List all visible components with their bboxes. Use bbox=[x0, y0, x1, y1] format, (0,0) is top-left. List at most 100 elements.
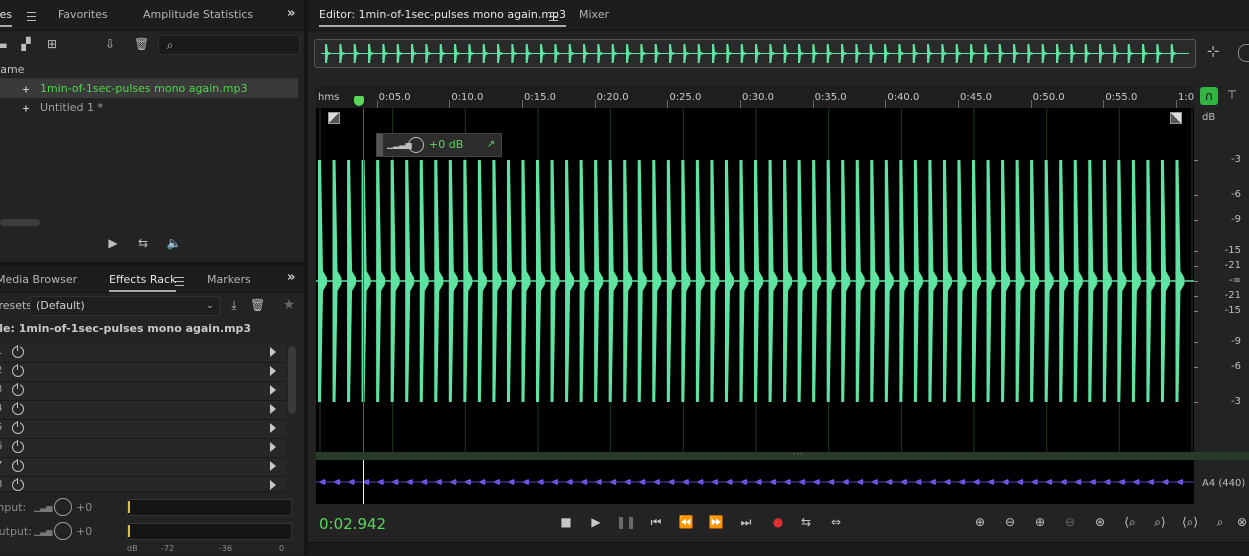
more-panels-icon[interactable]: » bbox=[287, 270, 295, 285]
slot-menu-arrow-icon[interactable] bbox=[270, 442, 276, 452]
favorite-star-icon[interactable]: ★ bbox=[281, 298, 297, 312]
tab-media-browser[interactable]: Media Browser bbox=[0, 273, 77, 286]
headphones-icon[interactable]: ∩ bbox=[1200, 87, 1218, 105]
rewind-icon[interactable]: ⏪ bbox=[676, 515, 696, 529]
file-row[interactable]: ᚐ Untitled 1 * bbox=[0, 98, 298, 117]
slot-menu-arrow-icon[interactable] bbox=[270, 461, 276, 471]
tab-editor[interactable]: Editor: 1min-of-1sec-pulses mono again.m… bbox=[319, 8, 567, 27]
search-input[interactable] bbox=[179, 37, 293, 53]
tab-effects-rack[interactable]: Effects Rack bbox=[109, 273, 177, 292]
zoom-in-amplitude-icon[interactable]: ⊕ bbox=[970, 515, 990, 529]
pin-hud-icon[interactable]: ↗ bbox=[485, 139, 497, 151]
horizontal-scrollbar[interactable] bbox=[0, 219, 40, 226]
zoom-in-start-icon[interactable]: ⟨⌕ bbox=[1120, 515, 1140, 530]
effect-slot[interactable]: 5 bbox=[0, 420, 286, 439]
zoom-navigator-icon[interactable]: ⊹ bbox=[1204, 44, 1222, 59]
loop-icon[interactable]: ⇆ bbox=[134, 237, 152, 249]
power-icon[interactable] bbox=[12, 459, 24, 472]
effect-slot[interactable]: 8 bbox=[0, 477, 286, 492]
presets-dropdown[interactable]: (Default) ⌄ bbox=[30, 296, 220, 316]
search-field[interactable]: ⌕ bbox=[158, 35, 300, 55]
effect-slot[interactable]: 4 bbox=[0, 401, 286, 420]
fast-forward-icon[interactable]: ⏩ bbox=[706, 515, 726, 529]
spectral-divider[interactable]: ⋯ bbox=[316, 449, 1249, 460]
pulse bbox=[695, 160, 705, 402]
power-icon[interactable] bbox=[12, 440, 24, 453]
fade-in-handle-icon[interactable] bbox=[328, 112, 340, 124]
pause-icon[interactable]: ❚❚ bbox=[616, 515, 636, 529]
tab-amplitude-statistics[interactable]: Amplitude Statistics bbox=[143, 8, 253, 21]
power-icon[interactable] bbox=[12, 478, 24, 491]
open-file-icon[interactable]: ▬ bbox=[0, 39, 8, 51]
zoom-all-tracks-icon[interactable]: ⌕ bbox=[1210, 515, 1230, 530]
power-icon[interactable] bbox=[12, 364, 24, 377]
file-row-selected[interactable]: ᚐ 1min-of-1sec-pulses mono again.mp3 bbox=[0, 79, 298, 98]
zoom-reset-icon[interactable]: ⊗ bbox=[1232, 515, 1249, 529]
output-value[interactable]: +0 bbox=[76, 525, 92, 538]
panel-menu-icon[interactable] bbox=[175, 277, 184, 286]
slot-menu-arrow-icon[interactable] bbox=[270, 347, 276, 357]
output-knob[interactable] bbox=[54, 522, 72, 540]
overview-strip[interactable] bbox=[314, 39, 1196, 68]
tab-favorites[interactable]: Favorites bbox=[58, 8, 108, 21]
effect-slot[interactable]: 7 bbox=[0, 458, 286, 477]
play-icon[interactable]: ▶ bbox=[586, 515, 606, 529]
effect-slot[interactable]: 3 bbox=[0, 382, 286, 401]
pulse bbox=[666, 160, 676, 402]
go-to-start-icon[interactable]: ⏮ bbox=[646, 515, 666, 530]
play-icon[interactable]: ▶ bbox=[106, 237, 120, 249]
slot-menu-arrow-icon[interactable] bbox=[270, 404, 276, 414]
zoom-out-time-icon[interactable]: ⊖ bbox=[1060, 515, 1080, 529]
zoom-in-time-icon[interactable]: ⊕ bbox=[1030, 515, 1050, 529]
timeline-ruler[interactable]: hms 0:05.0 0:10.0 0:15.0 0:20.0 0:25.0 0:30.0… bbox=[316, 86, 1194, 109]
zoom-out-amplitude-icon[interactable]: ⊖ bbox=[1000, 515, 1020, 529]
power-icon[interactable] bbox=[12, 345, 24, 358]
panel-menu-icon[interactable] bbox=[549, 12, 558, 21]
new-file-icon[interactable]: ⊞ bbox=[44, 38, 60, 50]
zoom-selection-icon[interactable]: ⟨⌕⟩ bbox=[1180, 515, 1200, 530]
waveform-area[interactable]: ▁▂▃▅ +0 dB ↗ bbox=[316, 108, 1194, 452]
fade-out-handle-icon[interactable] bbox=[1170, 112, 1182, 124]
input-value[interactable]: +0 bbox=[76, 501, 92, 514]
power-icon[interactable] bbox=[12, 421, 24, 434]
playhead-marker-icon[interactable] bbox=[354, 96, 364, 106]
tab-files[interactable]: Files bbox=[0, 8, 13, 27]
import-icon[interactable]: ▞ bbox=[18, 38, 34, 50]
slot-menu-arrow-icon[interactable] bbox=[270, 423, 276, 433]
insert-icon[interactable]: ⇩ bbox=[102, 38, 118, 50]
skip-selection-icon[interactable]: ⇔ bbox=[826, 515, 846, 529]
loop-playback-icon[interactable]: ⇆ bbox=[796, 515, 816, 529]
effect-slot[interactable]: 6 bbox=[0, 439, 286, 458]
pin-icon[interactable]: ⊤ bbox=[1226, 89, 1238, 101]
time-display[interactable]: 0:02.942 bbox=[319, 515, 386, 533]
db-scale[interactable]: dB -3 -6 -9 -15 -21 -∞ -21 -15 -9 -6 -3 bbox=[1194, 108, 1249, 452]
power-icon[interactable] bbox=[12, 402, 24, 415]
tab-markers[interactable]: Markers bbox=[207, 273, 251, 286]
zoom-out-full-icon[interactable]: ⊛ bbox=[1090, 515, 1110, 529]
effects-scrollbar[interactable] bbox=[288, 346, 296, 414]
hud-gain-value[interactable]: +0 dB bbox=[429, 138, 463, 151]
gain-knob[interactable] bbox=[408, 137, 424, 153]
effect-slot[interactable]: 2 bbox=[0, 363, 286, 382]
record-icon[interactable]: ● bbox=[768, 515, 788, 529]
input-knob[interactable] bbox=[54, 498, 72, 516]
effect-slot[interactable]: 1 bbox=[0, 344, 286, 363]
slot-menu-arrow-icon[interactable] bbox=[270, 366, 276, 376]
panel-menu-icon[interactable] bbox=[27, 12, 36, 21]
autoplay-speaker-icon[interactable]: 🔈 bbox=[164, 237, 184, 249]
save-preset-icon[interactable]: ⤓ bbox=[226, 299, 242, 311]
slot-menu-arrow-icon[interactable] bbox=[270, 480, 276, 490]
power-icon[interactable] bbox=[12, 383, 24, 396]
more-panels-icon[interactable]: » bbox=[287, 6, 295, 21]
slot-menu-arrow-icon[interactable] bbox=[270, 385, 276, 395]
go-to-end-icon[interactable]: ⏭ bbox=[736, 515, 756, 530]
stop-icon[interactable]: ■ bbox=[556, 515, 576, 529]
zoom-in-end-icon[interactable]: ⌕⟩ bbox=[1150, 515, 1170, 530]
tab-mixer[interactable]: Mixer bbox=[579, 8, 609, 21]
column-header[interactable]: Name bbox=[0, 60, 298, 79]
hud-gain[interactable]: ▁▂▃▅ +0 dB ↗ bbox=[376, 133, 502, 157]
hud-grip[interactable] bbox=[377, 134, 383, 156]
delete-preset-icon[interactable]: 🗑 bbox=[250, 299, 265, 311]
spectral-area[interactable] bbox=[316, 460, 1194, 504]
delete-icon[interactable]: 🗑 bbox=[134, 38, 149, 50]
